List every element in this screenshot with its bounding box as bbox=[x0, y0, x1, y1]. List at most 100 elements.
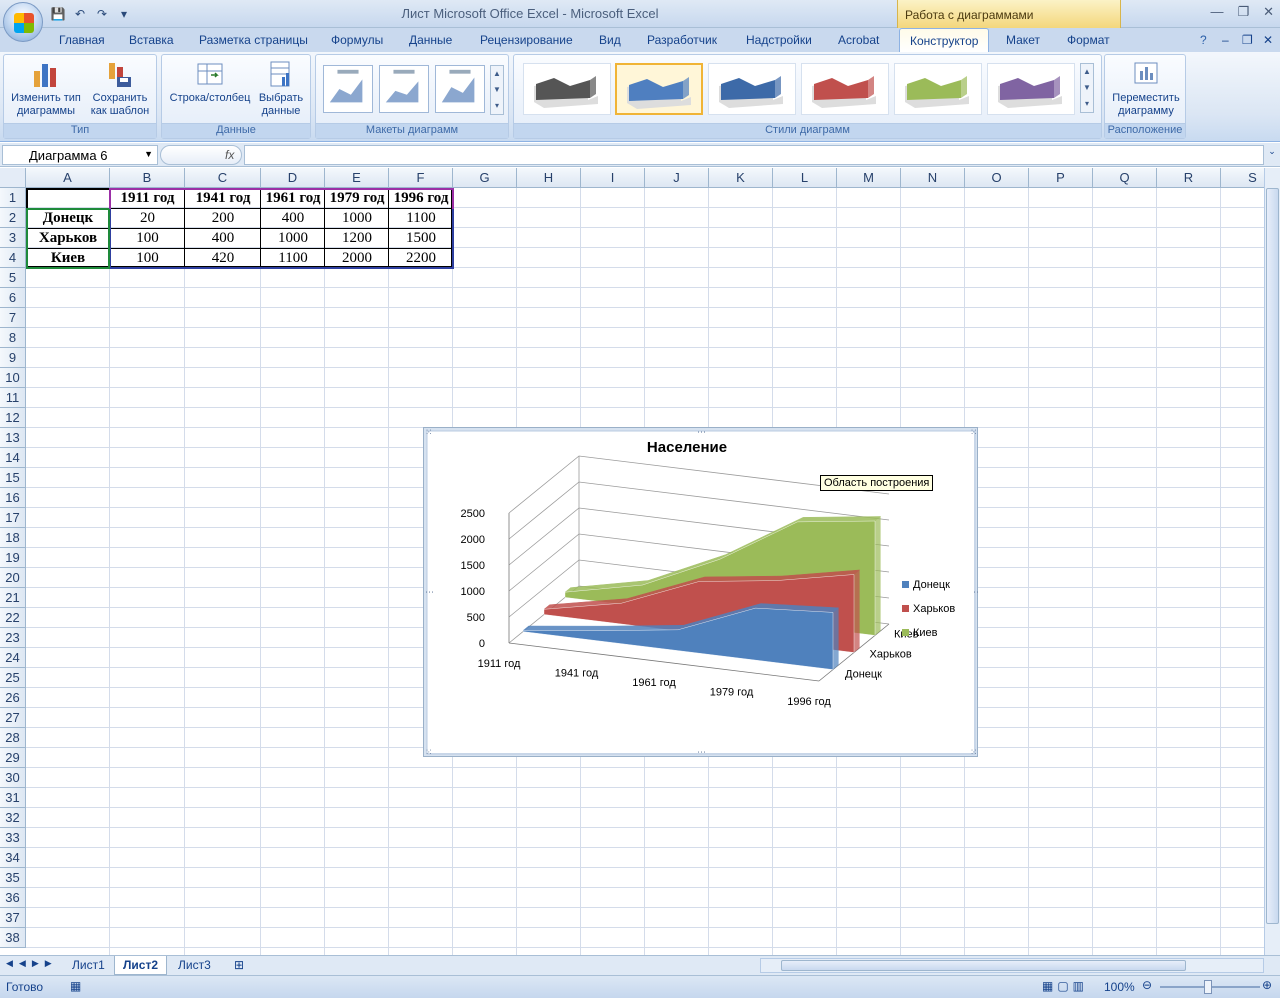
table-header-cell[interactable]: 1961 год bbox=[261, 188, 325, 208]
layouts-gallery-scroll[interactable]: ▲ ▼ ▾ bbox=[490, 65, 504, 115]
column-header-P[interactable]: P bbox=[1029, 168, 1093, 188]
chart-style-2[interactable] bbox=[615, 63, 703, 115]
row-header-3[interactable]: 3 bbox=[0, 228, 26, 248]
row-header-26[interactable]: 26 bbox=[0, 688, 26, 708]
value-cell[interactable]: 1200 bbox=[325, 228, 389, 248]
zoom-level[interactable]: 100% bbox=[1104, 980, 1135, 994]
column-header-K[interactable]: K bbox=[709, 168, 773, 188]
row-header-5[interactable]: 5 bbox=[0, 268, 26, 288]
restore-icon[interactable]: ❐ bbox=[1237, 4, 1249, 20]
column-header-G[interactable]: G bbox=[453, 168, 517, 188]
row-header-21[interactable]: 21 bbox=[0, 588, 26, 608]
value-cell[interactable]: 1500 bbox=[389, 228, 453, 248]
row-header-19[interactable]: 19 bbox=[0, 548, 26, 568]
chart-layout-1[interactable] bbox=[323, 65, 373, 113]
zoom-out-icon[interactable]: ⊖ bbox=[1142, 978, 1152, 992]
row-header-7[interactable]: 7 bbox=[0, 308, 26, 328]
column-header-F[interactable]: F bbox=[389, 168, 453, 188]
row-header-13[interactable]: 13 bbox=[0, 428, 26, 448]
row-header-1[interactable]: 1 bbox=[0, 188, 26, 208]
column-header-N[interactable]: N bbox=[901, 168, 965, 188]
sheet-tab-2[interactable]: Лист2 bbox=[114, 956, 168, 975]
vertical-scrollbar[interactable] bbox=[1264, 168, 1280, 955]
switch-row-column-button[interactable]: Строка/столбец bbox=[166, 59, 254, 105]
value-cell[interactable]: 1100 bbox=[261, 248, 325, 268]
chart-style-5[interactable] bbox=[894, 63, 982, 115]
insert-sheet-icon[interactable]: ⊞ bbox=[226, 956, 252, 975]
select-data-button[interactable]: Выбрать данные bbox=[254, 59, 308, 118]
zoom-slider-thumb[interactable] bbox=[1204, 980, 1212, 994]
help-icon[interactable]: ? bbox=[1200, 33, 1207, 47]
column-header-E[interactable]: E bbox=[325, 168, 389, 188]
chart-style-6[interactable] bbox=[987, 63, 1075, 115]
chart-layout-2[interactable] bbox=[379, 65, 429, 113]
row-header-33[interactable]: 33 bbox=[0, 828, 26, 848]
ribbon-close-icon[interactable]: ✕ bbox=[1263, 33, 1273, 47]
row-label-cell[interactable]: Киев bbox=[26, 248, 110, 268]
column-header-Q[interactable]: Q bbox=[1093, 168, 1157, 188]
row-header-10[interactable]: 10 bbox=[0, 368, 26, 388]
value-cell[interactable]: 420 bbox=[185, 248, 261, 268]
column-header-R[interactable]: R bbox=[1157, 168, 1221, 188]
styles-gallery-scroll[interactable]: ▲ ▼ ▾ bbox=[1080, 63, 1094, 113]
value-cell[interactable]: 400 bbox=[261, 208, 325, 228]
office-button[interactable] bbox=[3, 2, 43, 42]
row-header-34[interactable]: 34 bbox=[0, 848, 26, 868]
row-header-25[interactable]: 25 bbox=[0, 668, 26, 688]
tab-home[interactable]: Главная bbox=[59, 33, 105, 47]
customize-qat-icon[interactable]: ▾ bbox=[116, 6, 132, 22]
row-header-23[interactable]: 23 bbox=[0, 628, 26, 648]
row-header-24[interactable]: 24 bbox=[0, 648, 26, 668]
row-header-12[interactable]: 12 bbox=[0, 408, 26, 428]
row-header-28[interactable]: 28 bbox=[0, 728, 26, 748]
tab-formulas[interactable]: Формулы bbox=[331, 33, 383, 47]
redo-icon[interactable]: ↷ bbox=[94, 6, 110, 22]
table-header-cell[interactable]: 1979 год bbox=[325, 188, 389, 208]
row-header-27[interactable]: 27 bbox=[0, 708, 26, 728]
column-header-C[interactable]: C bbox=[185, 168, 261, 188]
value-cell[interactable]: 1100 bbox=[389, 208, 453, 228]
move-chart-button[interactable]: Переместить диаграмму bbox=[1108, 59, 1184, 118]
ribbon-restore-icon[interactable]: ❐ bbox=[1242, 33, 1253, 47]
sheet-nav-arrows-icon[interactable]: ◀◀▶▶ bbox=[6, 958, 58, 969]
worksheet-grid[interactable]: ABCDEFGHIJKLMNOPQRS 1 2 3 4 5 6 7 8 9 10 11 12 13 14 1… bbox=[0, 168, 1280, 955]
row-header-36[interactable]: 36 bbox=[0, 888, 26, 908]
row-label-cell[interactable]: Донецк bbox=[26, 208, 110, 228]
row-header-8[interactable]: 8 bbox=[0, 328, 26, 348]
change-chart-type-button[interactable]: Изменить тип диаграммы bbox=[8, 59, 84, 118]
macro-record-icon[interactable]: ▦ bbox=[70, 979, 81, 993]
tab-insert[interactable]: Вставка bbox=[129, 33, 174, 47]
horizontal-scroll-thumb[interactable] bbox=[781, 960, 1186, 971]
row-header-22[interactable]: 22 bbox=[0, 608, 26, 628]
tab-addins[interactable]: Надстройки bbox=[746, 33, 812, 47]
row-header-2[interactable]: 2 bbox=[0, 208, 26, 228]
row-header-17[interactable]: 17 bbox=[0, 508, 26, 528]
tab-layout[interactable]: Макет bbox=[1006, 33, 1040, 47]
row-header-15[interactable]: 15 bbox=[0, 468, 26, 488]
tab-page-layout[interactable]: Разметка страницы bbox=[199, 33, 308, 47]
chart-layout-3[interactable] bbox=[435, 65, 485, 113]
sheet-tab-3[interactable]: Лист3 bbox=[170, 956, 219, 975]
value-cell[interactable]: 2200 bbox=[389, 248, 453, 268]
value-cell[interactable]: 1000 bbox=[325, 208, 389, 228]
table-header-cell[interactable]: 1941 год bbox=[185, 188, 261, 208]
save-icon[interactable]: 💾 bbox=[50, 6, 66, 22]
column-header-J[interactable]: J bbox=[645, 168, 709, 188]
tab-data[interactable]: Данные bbox=[409, 33, 452, 47]
name-box-dropdown-icon[interactable]: ▼ bbox=[144, 149, 153, 159]
row-header-38[interactable]: 38 bbox=[0, 928, 26, 948]
row-header-11[interactable]: 11 bbox=[0, 388, 26, 408]
close-icon[interactable]: ✕ bbox=[1263, 4, 1274, 20]
value-cell[interactable]: 2000 bbox=[325, 248, 389, 268]
column-header-B[interactable]: B bbox=[110, 168, 185, 188]
chart-style-4[interactable] bbox=[801, 63, 889, 115]
horizontal-scrollbar[interactable] bbox=[760, 958, 1264, 973]
row-header-6[interactable]: 6 bbox=[0, 288, 26, 308]
row-header-29[interactable]: 29 bbox=[0, 748, 26, 768]
tab-design[interactable]: Конструктор bbox=[899, 28, 990, 52]
row-header-32[interactable]: 32 bbox=[0, 808, 26, 828]
expand-formula-bar-icon[interactable]: ⌄ bbox=[1266, 146, 1278, 164]
tab-review[interactable]: Рецензирование bbox=[480, 33, 573, 47]
row-header-9[interactable]: 9 bbox=[0, 348, 26, 368]
row-header-16[interactable]: 16 bbox=[0, 488, 26, 508]
